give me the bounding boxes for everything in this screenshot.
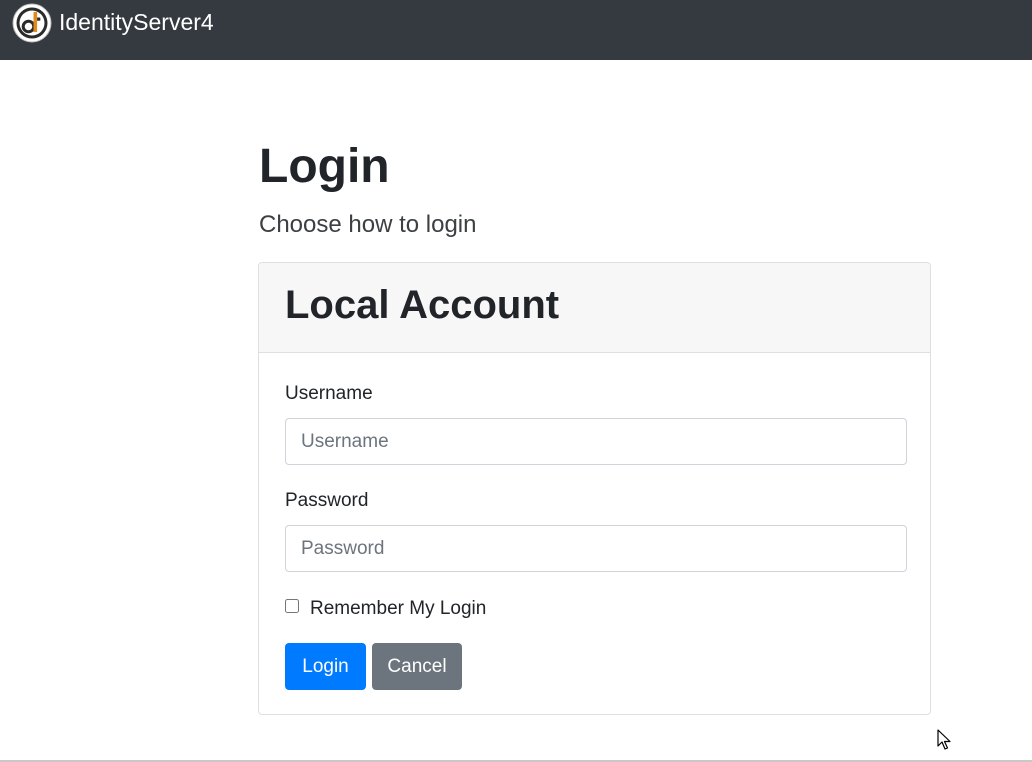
remember-login-label[interactable]: Remember My Login bbox=[310, 596, 486, 622]
page-subtitle: Choose how to login bbox=[259, 211, 477, 238]
username-label: Username bbox=[285, 383, 373, 404]
card-header: Local Account bbox=[259, 263, 930, 353]
card-title: Local Account bbox=[285, 283, 560, 327]
password-label: Password bbox=[285, 490, 369, 511]
remember-login-row: Remember My Login bbox=[285, 596, 486, 622]
identityserver-logo-icon bbox=[12, 3, 52, 43]
brand-link[interactable]: IdentityServer4 bbox=[12, 3, 214, 43]
cancel-button[interactable]: Cancel bbox=[372, 643, 462, 690]
page-title: Login bbox=[259, 140, 390, 193]
password-input[interactable] bbox=[285, 525, 907, 572]
brand-name: IdentityServer4 bbox=[59, 9, 214, 35]
login-button[interactable]: Login bbox=[285, 643, 366, 690]
local-account-card: Local Account Username Password Remember… bbox=[258, 262, 931, 715]
username-input[interactable] bbox=[285, 418, 907, 465]
top-navbar: IdentityServer4 bbox=[0, 0, 1032, 60]
mouse-cursor-icon bbox=[937, 729, 951, 750]
remember-login-checkbox[interactable] bbox=[285, 599, 299, 613]
